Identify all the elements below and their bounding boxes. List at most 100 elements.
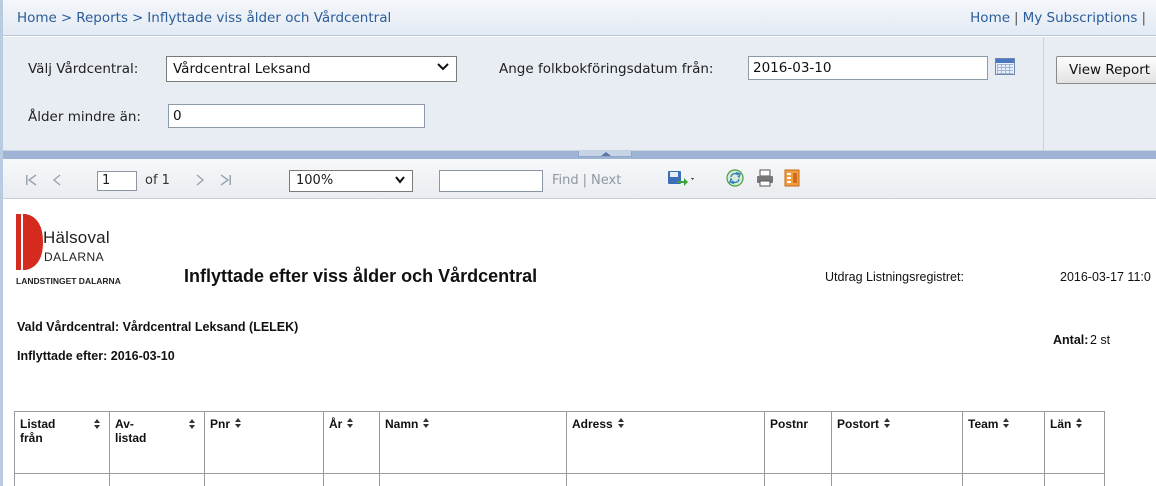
document-map-icon[interactable] <box>783 168 801 188</box>
find-link[interactable]: Find <box>552 173 579 188</box>
logo-line1: Hälsoval <box>43 228 110 247</box>
column-header-avlistad[interactable]: Av-listad <box>109 411 205 474</box>
alder-label: Ålder mindre än: <box>28 109 141 125</box>
logo-line3: LANDSTINGET DALARNA <box>16 276 121 286</box>
collapse-arrow-icon <box>601 152 611 156</box>
report-title: Inflyttade efter viss ålder och Vårdcent… <box>184 266 538 286</box>
datum-label: Ange folkbokföringsdatum från: <box>499 61 714 77</box>
breadcrumb-current-report: Inflyttade viss ålder och Vårdcentral <box>147 10 392 26</box>
table-cell <box>1044 473 1105 486</box>
my-subscriptions-link[interactable]: My Subscriptions <box>1023 10 1138 26</box>
export-icon[interactable] <box>667 169 697 189</box>
page-count-label: of 1 <box>145 173 170 188</box>
link-separator: | <box>1141 10 1146 26</box>
column-label: Namn <box>385 417 419 431</box>
breadcrumb-separator: > <box>131 10 144 26</box>
previous-page-icon[interactable] <box>52 174 62 186</box>
link-separator: | <box>1014 10 1019 26</box>
vardcentral-selected-value: Vårdcentral Leksand <box>173 61 311 77</box>
antal-value: 2 st <box>1090 333 1111 347</box>
column-label: Listad från <box>20 417 56 445</box>
sort-icon[interactable] <box>617 418 625 429</box>
column-header-team[interactable]: Team <box>962 411 1045 474</box>
column-label: Postnr <box>770 417 809 431</box>
results-table: Listad från Av-listad Pnr År Namn Adress… <box>14 411 1105 486</box>
find-separator: | <box>582 173 588 188</box>
sort-icon[interactable] <box>1003 418 1010 429</box>
column-label: Av-listad <box>115 417 147 445</box>
page-number-input[interactable]: 1 <box>97 171 137 191</box>
column-header-lan[interactable]: Län <box>1044 411 1105 474</box>
column-label: År <box>329 417 343 431</box>
table-cell <box>204 473 324 486</box>
table-cell <box>323 473 380 486</box>
column-header-ar[interactable]: År <box>323 411 380 474</box>
find-links: Find | Next <box>552 173 621 188</box>
sort-icon[interactable] <box>884 418 891 429</box>
datum-input[interactable]: 2016-03-10 <box>748 56 988 80</box>
last-page-icon[interactable] <box>218 174 232 186</box>
collapse-handle[interactable] <box>578 151 632 157</box>
breadcrumb: Home > Reports > Inflyttade viss ålder och V… <box>17 10 391 26</box>
sort-icon[interactable] <box>423 418 430 429</box>
top-links: Home | My Subscriptions | <box>970 10 1150 26</box>
report-body: Hälsoval DALARNA LANDSTINGET DALARNA Inf… <box>3 200 1156 486</box>
top-bar: Home > Reports > Inflyttade viss ålder och V… <box>3 0 1156 36</box>
breadcrumb-reports-link[interactable]: Reports <box>76 10 128 26</box>
sort-icon[interactable] <box>347 418 354 429</box>
next-page-icon[interactable] <box>195 174 205 186</box>
table-cell <box>566 473 765 486</box>
breadcrumb-separator: > <box>60 10 73 26</box>
chevron-down-icon <box>437 63 449 71</box>
table-cell <box>962 473 1045 486</box>
column-header-postnr: Postnr <box>764 411 832 474</box>
refresh-icon[interactable] <box>725 168 745 188</box>
inflyttade-efter-text: Inflyttade efter: 2016-03-10 <box>17 349 175 363</box>
column-header-postort[interactable]: Postort <box>831 411 963 474</box>
table-header-row: Listad från Av-listad Pnr År Namn Adress… <box>14 411 1105 474</box>
view-report-button[interactable]: View Report <box>1056 56 1156 84</box>
column-header-pnr[interactable]: Pnr <box>204 411 324 474</box>
column-label: Län <box>1050 417 1072 431</box>
zoom-select[interactable]: 100% <box>289 170 413 192</box>
column-label: Postort <box>837 417 879 431</box>
column-label: Adress <box>572 417 613 431</box>
sort-icon[interactable] <box>189 419 196 430</box>
table-row <box>14 473 1105 486</box>
column-header-namn[interactable]: Namn <box>379 411 567 474</box>
halsoval-logo-mark <box>16 214 43 270</box>
vardcentral-label: Välj Vårdcentral: <box>28 61 139 77</box>
table-cell <box>764 473 832 486</box>
sort-icon[interactable] <box>1076 418 1083 429</box>
parameter-splitter[interactable] <box>3 151 1156 159</box>
column-header-listad-fran[interactable]: Listad från <box>14 411 110 474</box>
column-label: Pnr <box>210 417 231 431</box>
column-label: Team <box>968 417 999 431</box>
column-header-adress[interactable]: Adress <box>566 411 765 474</box>
first-page-icon[interactable] <box>25 174 39 186</box>
find-input[interactable] <box>439 170 543 192</box>
zoom-selected-value: 100% <box>296 173 334 188</box>
table-cell <box>379 473 567 486</box>
calendar-icon[interactable] <box>995 58 1015 75</box>
find-next-link[interactable]: Next <box>591 173 621 188</box>
table-cell <box>14 473 110 486</box>
panel-divider <box>1043 37 1044 151</box>
utdrag-value: 2016-03-17 11:0 <box>1060 270 1151 284</box>
alder-input[interactable]: 0 <box>168 104 425 128</box>
breadcrumb-home-link[interactable]: Home <box>17 10 57 26</box>
sort-icon[interactable] <box>94 419 101 430</box>
parameter-panel: Välj Vårdcentral: Vårdcentral Leksand An… <box>3 37 1156 151</box>
table-cell <box>109 473 205 486</box>
vald-vardcentral-text: Vald Vårdcentral: Vårdcentral Leksand (L… <box>17 320 299 334</box>
report-toolbar: 1 of 1 100% Find | Next <box>3 159 1156 199</box>
logo-line2: DALARNA <box>44 250 105 264</box>
chevron-down-icon <box>395 176 405 184</box>
vardcentral-select[interactable]: Vårdcentral Leksand <box>166 56 457 82</box>
sort-icon[interactable] <box>235 418 242 429</box>
table-cell <box>831 473 963 486</box>
print-icon[interactable] <box>755 168 775 188</box>
home-link[interactable]: Home <box>970 10 1010 26</box>
utdrag-label: Utdrag Listningsregistret: <box>825 270 964 284</box>
antal-label: Antal: <box>1053 333 1089 347</box>
